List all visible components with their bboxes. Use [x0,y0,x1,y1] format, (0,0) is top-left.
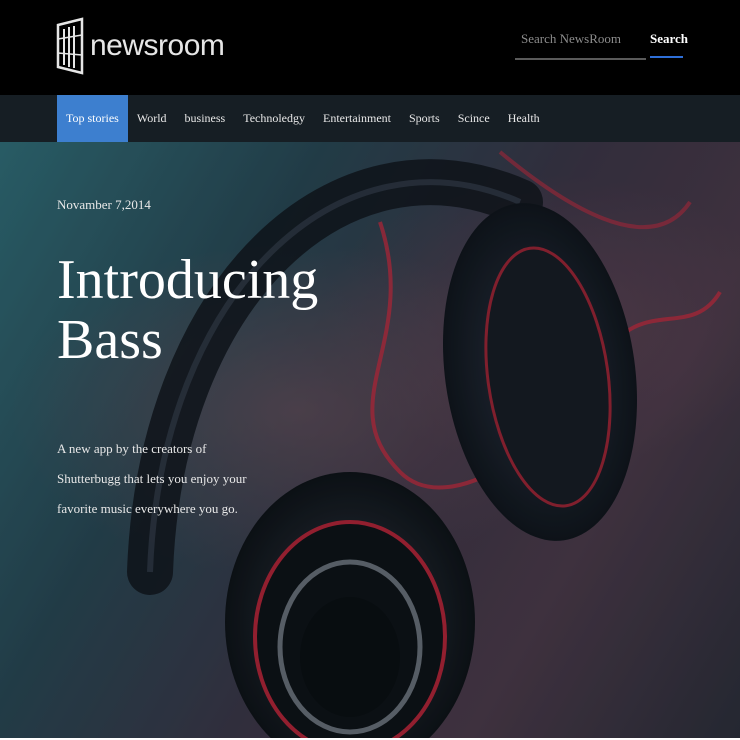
hero-banner[interactable]: Novamber 7,2014 Introducing Bass A new a… [0,142,740,738]
article-title[interactable]: Introducing Bass [57,250,318,370]
logo[interactable]: newsroom [56,17,225,75]
nav-list: Top stories World business Technoledgy Enter… [57,95,549,142]
article-date: Novamber 7,2014 [57,197,151,212]
nav-item-top-stories[interactable]: Top stories [57,95,128,142]
nav-item-business[interactable]: business [176,95,235,142]
nav-item-scince[interactable]: Scince [449,95,499,142]
nav-item-technoledgy[interactable]: Technoledgy [234,95,314,142]
nav-item-sports[interactable]: Sports [400,95,449,142]
search-button[interactable]: Search [650,22,688,58]
nav-item-health[interactable]: Health [499,95,549,142]
search-box [515,22,646,60]
article-description: A new app by the creators of Shutterbugg… [57,441,247,516]
category-nav: Top stories World business Technoledgy Enter… [0,95,740,142]
search-input[interactable] [515,22,646,56]
site-header: newsroom Search [0,0,740,95]
newsroom-logo-icon [56,17,84,75]
nav-item-entertainment[interactable]: Entertainment [314,95,400,142]
logo-text: newsroom [90,29,225,62]
nav-item-world[interactable]: World [128,95,176,142]
